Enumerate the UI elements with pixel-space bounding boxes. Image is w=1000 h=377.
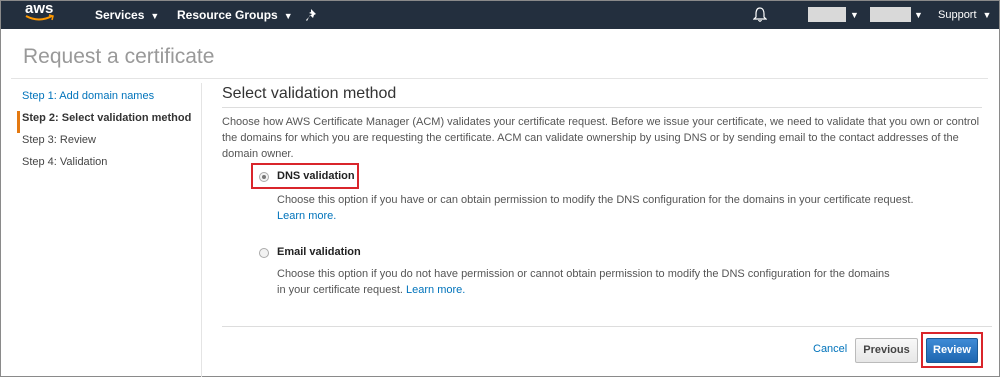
review-button[interactable]: Review: [926, 338, 978, 363]
dns-validation-label[interactable]: DNS validation: [277, 170, 355, 182]
chevron-down-icon: ▼: [283, 11, 293, 21]
step-review: Step 3: Review: [22, 134, 96, 146]
dns-learn-more-link[interactable]: Learn more.: [277, 210, 336, 222]
account-name-redacted[interactable]: [808, 7, 846, 22]
services-label: Services: [95, 8, 145, 22]
services-menu[interactable]: Services ▼: [95, 1, 159, 29]
pin-icon[interactable]: [306, 8, 320, 22]
email-validation-description: Choose this option if you do not have pe…: [277, 266, 897, 298]
top-nav-bar: aws Services ▼ Resource Groups ▼ ▼ ▼ Suppo…: [1, 1, 999, 29]
step-select-validation-method: Step 2: Select validation method: [17, 111, 197, 133]
bell-icon[interactable]: [753, 7, 767, 23]
sidebar-divider: [201, 83, 202, 377]
email-validation-label[interactable]: Email validation: [277, 246, 361, 258]
chevron-down-icon: ▼: [150, 11, 160, 21]
step-validation: Step 4: Validation: [22, 156, 108, 168]
cancel-link[interactable]: Cancel: [813, 343, 847, 355]
email-learn-more-link[interactable]: Learn more.: [406, 284, 465, 296]
title-divider: [11, 78, 988, 79]
aws-smile-icon: [25, 14, 54, 21]
region-name-redacted[interactable]: [870, 7, 911, 22]
resource-groups-label: Resource Groups: [177, 8, 278, 22]
chevron-down-icon[interactable]: ▼: [914, 1, 923, 29]
dns-validation-radio[interactable]: [259, 172, 269, 182]
footer-divider: [222, 326, 992, 327]
dns-validation-description: Choose this option if you have or can ob…: [277, 192, 917, 224]
chevron-down-icon: ▼: [982, 10, 992, 20]
previous-button[interactable]: Previous: [855, 338, 918, 363]
email-validation-radio[interactable]: [259, 248, 269, 258]
support-label: Support: [938, 9, 977, 21]
step-add-domain-names[interactable]: Step 1: Add domain names: [17, 89, 197, 111]
wizard-steps: Step 1: Add domain names Step 2: Select …: [17, 89, 197, 177]
section-title: Select validation method: [222, 85, 397, 102]
support-menu[interactable]: Support ▼: [938, 1, 991, 29]
section-divider: [222, 107, 982, 108]
intro-text: Choose how AWS Certificate Manager (ACM)…: [222, 116, 980, 160]
chevron-down-icon[interactable]: ▼: [850, 1, 859, 29]
dns-desc-text: Choose this option if you have or can ob…: [277, 194, 914, 206]
email-desc-text: Choose this option if you do not have pe…: [277, 268, 890, 296]
aws-logo[interactable]: aws: [25, 1, 59, 26]
page-title: Request a certificate: [23, 45, 215, 68]
resource-groups-menu[interactable]: Resource Groups ▼: [177, 1, 293, 29]
